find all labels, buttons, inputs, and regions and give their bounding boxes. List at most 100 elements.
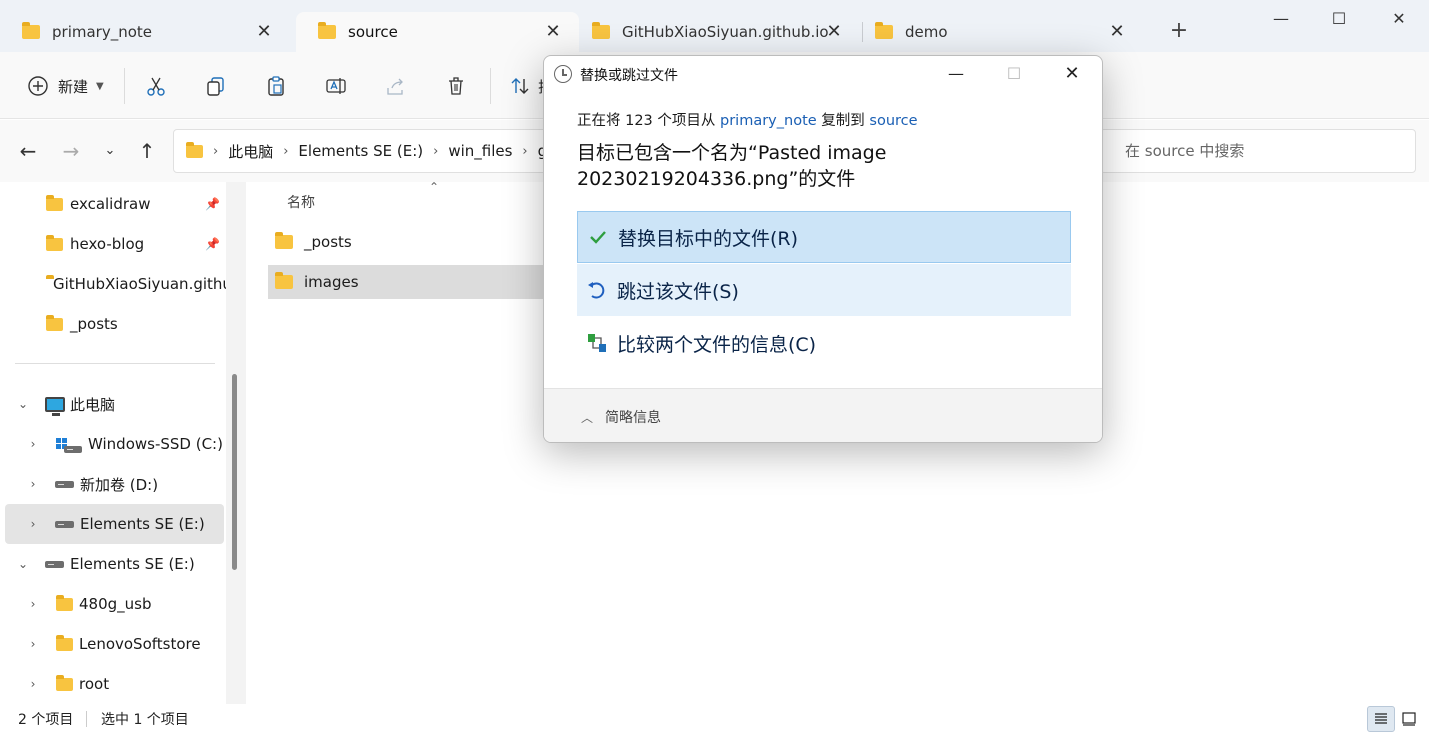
skip-file-option[interactable]: 跳过该文件(S) <box>577 264 1071 316</box>
clipboard-icon <box>264 74 288 98</box>
tab-github-io[interactable]: GitHubXiaoSiyuan.github.io ✕ <box>570 12 860 52</box>
chevron-right-icon: › <box>522 143 528 159</box>
item-count: 2 个项目 <box>18 712 74 728</box>
minimize-icon[interactable]: — <box>1266 6 1296 32</box>
dialog-close-icon[interactable]: ✕ <box>1052 60 1092 88</box>
paste-button[interactable] <box>264 72 288 100</box>
undo-arrow-icon <box>585 278 609 302</box>
share-button[interactable] <box>384 72 408 100</box>
breadcrumb-item[interactable]: Elements SE (E:) <box>298 142 423 160</box>
selected-count: 选中 1 个项目 <box>101 712 189 728</box>
target-folder-link[interactable]: source <box>869 113 917 129</box>
dialog-title-bar: 替换或跳过文件 — ☐ ✕ <box>544 56 1102 92</box>
chevron-right-icon[interactable]: › <box>26 477 40 491</box>
file-row-posts[interactable]: _posts <box>268 225 568 259</box>
up-icon[interactable]: ↑ <box>134 138 160 164</box>
replace-file-option[interactable]: 替换目标中的文件(R) <box>577 211 1071 263</box>
chevron-right-icon[interactable]: › <box>26 637 40 651</box>
sidebar-item-label: 新加卷 (D:) <box>80 475 159 494</box>
sidebar-item-this-pc[interactable]: ⌄ 此电脑 <box>0 384 224 424</box>
drive-icon <box>64 445 82 453</box>
sidebar-scroll-thumb[interactable] <box>232 374 237 570</box>
breadcrumb[interactable]: › 此电脑 › Elements SE (E:) › win_files › g… <box>173 129 558 173</box>
tiles-view-icon <box>1402 712 1416 726</box>
tab-primary-note[interactable]: primary_note ✕ <box>0 12 290 52</box>
sidebar-item-drive-e[interactable]: › Elements SE (E:) <box>5 504 224 544</box>
tab-demo[interactable]: demo ✕ <box>853 12 1143 52</box>
close-tab-icon[interactable]: ✕ <box>254 21 274 42</box>
chevron-up-icon: ︿ <box>581 410 594 425</box>
file-name: images <box>304 273 359 291</box>
dialog-maximize-icon: ☐ <box>1006 64 1022 83</box>
chevron-right-icon[interactable]: › <box>26 677 40 691</box>
status-bar: 2 个项目 选中 1 个项目 <box>0 704 1429 733</box>
cut-button[interactable] <box>144 72 168 100</box>
tiles-view-button[interactable] <box>1395 706 1423 732</box>
copy-icon <box>204 74 228 98</box>
pin-icon: 📌 <box>205 197 220 211</box>
chevron-right-icon[interactable]: › <box>26 517 40 531</box>
sidebar-item-label: Elements SE (E:) <box>80 515 205 533</box>
maximize-icon[interactable]: ☐ <box>1324 6 1354 32</box>
file-row-images[interactable]: images <box>268 265 568 299</box>
close-window-icon[interactable]: ✕ <box>1384 6 1414 32</box>
dialog-footer: ︿ 简略信息 <box>544 388 1102 442</box>
sidebar-item-label: 此电脑 <box>70 395 116 414</box>
chevron-right-icon[interactable]: › <box>26 597 40 611</box>
sidebar-item-posts[interactable]: _posts <box>0 304 224 344</box>
compare-files-option[interactable]: 比较两个文件的信息(C) <box>577 317 1071 369</box>
fewer-details-label: 简略信息 <box>605 410 662 426</box>
sidebar-item-label: root <box>79 675 110 693</box>
breadcrumb-item[interactable]: win_files <box>448 142 512 160</box>
breadcrumb-item[interactable]: 此电脑 <box>228 141 273 162</box>
sidebar-item-label: GitHubXiaoSiyuan.github.io <box>53 275 246 293</box>
folder-icon <box>46 314 63 331</box>
sidebar-item-drive-d[interactable]: › 新加卷 (D:) <box>0 464 224 504</box>
recent-locations-icon[interactable]: ⌄ <box>97 138 123 164</box>
pin-icon: 📌 <box>205 237 220 251</box>
chevron-down-icon[interactable]: ⌄ <box>16 397 30 411</box>
sidebar-item-hexo-blog[interactable]: hexo-blog 📌 <box>0 224 224 264</box>
sidebar-item-lenovosoftstore[interactable]: › LenovoSoftstore <box>0 624 224 664</box>
toolbar-divider <box>490 68 491 104</box>
close-tab-icon[interactable]: ✕ <box>1107 21 1127 42</box>
close-tab-icon[interactable]: ✕ <box>824 21 844 42</box>
forward-icon[interactable]: → <box>58 138 84 164</box>
sidebar-item-drive-c[interactable]: › Windows-SSD (C:) <box>0 424 224 464</box>
folder-icon <box>592 22 610 39</box>
new-tab-button[interactable]: + <box>1167 18 1191 43</box>
sidebar-item-480g-usb[interactable]: › 480g_usb <box>0 584 224 624</box>
new-label: 新建 <box>58 77 89 96</box>
close-tab-icon[interactable]: ✕ <box>543 21 563 42</box>
checkmark-icon <box>586 225 610 249</box>
drive-icon <box>55 520 74 528</box>
search-box[interactable] <box>1100 129 1416 173</box>
details-view-icon <box>1375 713 1387 724</box>
plus-circle-icon <box>26 74 50 98</box>
search-input[interactable] <box>1125 142 1395 160</box>
column-header-name[interactable]: 名称 <box>287 192 315 212</box>
new-button[interactable]: 新建 ▼ <box>26 72 104 100</box>
sidebar-item-label: Elements SE (E:) <box>70 555 195 573</box>
tab-source[interactable]: source ✕ <box>296 12 579 52</box>
copy-button[interactable] <box>204 72 228 100</box>
delete-button[interactable] <box>444 72 468 100</box>
details-view-button[interactable] <box>1367 706 1395 732</box>
chevron-right-icon[interactable]: › <box>26 437 40 451</box>
clock-icon <box>554 65 572 83</box>
tab-label: GitHubXiaoSiyuan.github.io <box>622 23 829 41</box>
fewer-details-toggle[interactable]: ︿ 简略信息 <box>581 407 661 427</box>
chevron-down-icon[interactable]: ⌄ <box>16 557 30 571</box>
rename-button[interactable] <box>324 72 348 100</box>
back-icon[interactable]: ← <box>15 138 41 164</box>
sidebar-item-excalidraw[interactable]: excalidraw 📌 <box>0 184 224 224</box>
chevron-right-icon: › <box>433 143 439 159</box>
tab-label: demo <box>905 23 948 41</box>
sidebar-item-root[interactable]: › root <box>0 664 224 704</box>
copy-text-middle: 复制到 <box>816 113 870 129</box>
sidebar-item-elements-se[interactable]: ⌄ Elements SE (E:) <box>0 544 224 584</box>
source-folder-link[interactable]: primary_note <box>720 113 817 129</box>
dialog-minimize-icon[interactable]: — <box>936 60 976 88</box>
sidebar-item-github-io[interactable]: GitHubXiaoSiyuan.github.io <box>0 264 246 304</box>
conflict-message: 目标已包含一个名为“Pasted image 20230219204336.pn… <box>577 142 887 190</box>
